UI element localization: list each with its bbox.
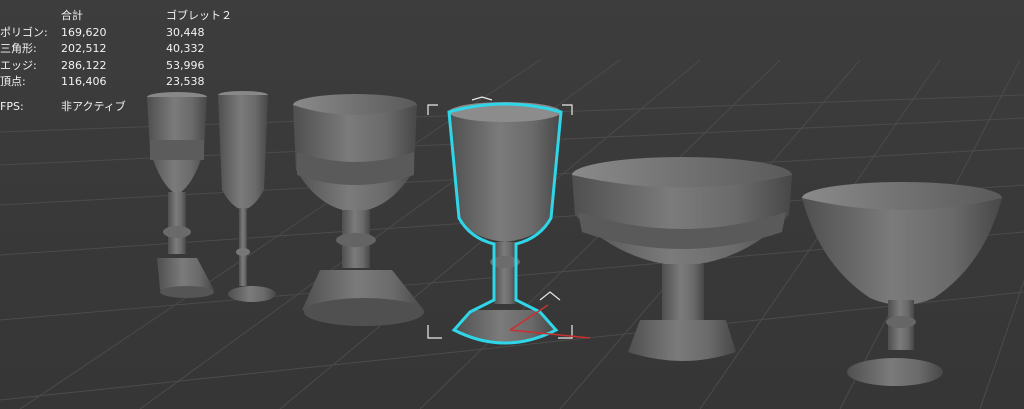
stats-label: ポリゴン: (0, 25, 48, 39)
goblet-object[interactable] (572, 157, 792, 361)
stats-total-value: 286,122 (61, 58, 107, 72)
stats-label: エッジ: (0, 58, 37, 72)
stats-selection-value: 23,538 (166, 75, 205, 88)
stats-selection-value: 40,332 (166, 42, 205, 55)
stats-selection-value: 53,996 (166, 58, 205, 72)
stats-selection-value: 30,448 (166, 25, 205, 39)
viewport-scene[interactable] (0, 0, 1024, 409)
fps-value: 非アクティブ (61, 99, 126, 113)
stats-total-value: 169,620 (61, 25, 107, 39)
fps-label: FPS: (0, 99, 24, 113)
goblet-object[interactable] (147, 92, 214, 298)
stats-total-value: 202,512 (61, 42, 107, 55)
stats-total-value: 116,406 (61, 75, 107, 88)
stats-label: 三角形: (0, 42, 37, 55)
3d-viewport[interactable]: 合計 ゴブレット２ ポリゴン: 169,620 30,448 三角形: 202,… (0, 0, 1024, 409)
goblet-object[interactable] (802, 182, 1002, 386)
goblet-object[interactable] (293, 94, 424, 326)
stats-header-total: 合計 (61, 9, 83, 22)
stats-label: 頂点: (0, 75, 26, 88)
stats-header-selection: ゴブレット２ (166, 9, 232, 22)
